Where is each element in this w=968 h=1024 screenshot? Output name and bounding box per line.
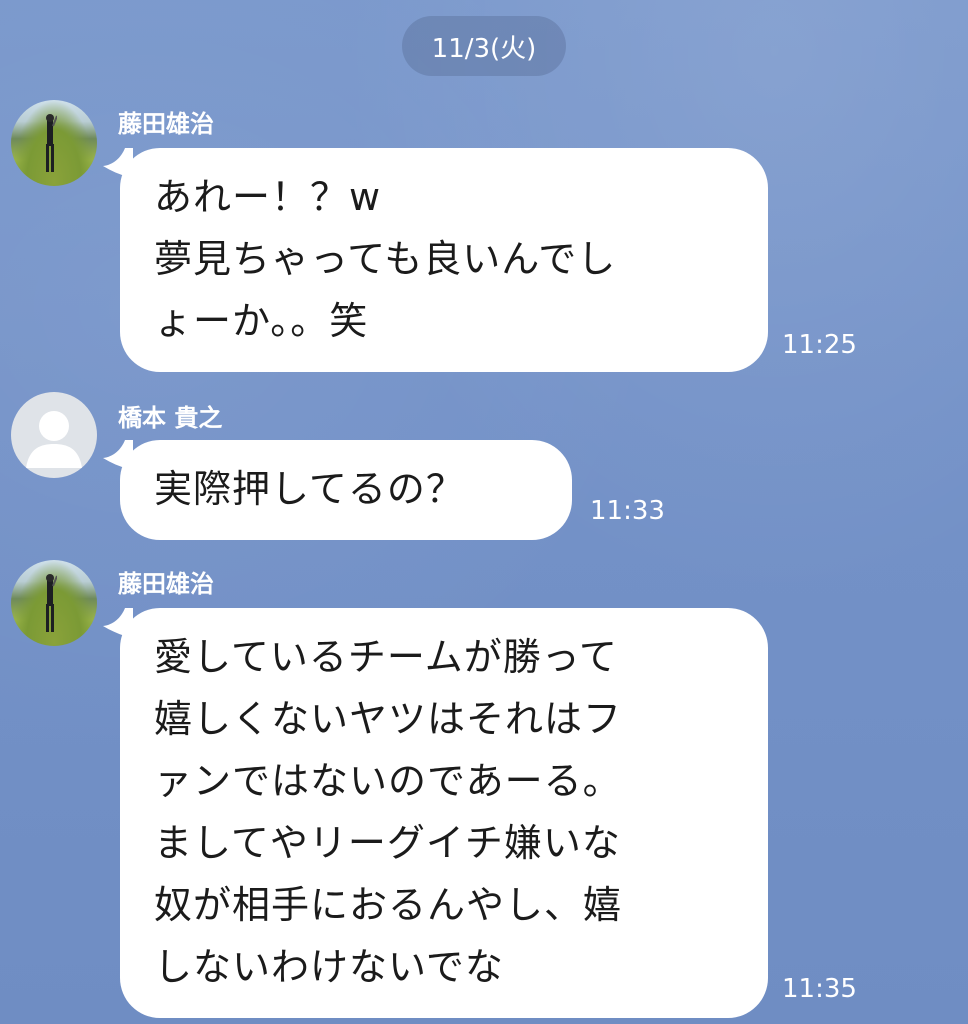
message-time: 11:25 (782, 330, 857, 360)
message-bubble[interactable]: あれー！？w 夢見ちゃっても良いんでし ょーか。。笑 (120, 148, 768, 372)
golfer-figure-icon (46, 574, 57, 632)
avatar[interactable] (11, 392, 97, 478)
sender-name: 橋本 貴之 (118, 404, 223, 432)
golfer-figure-icon (46, 114, 57, 172)
avatar[interactable] (11, 560, 97, 646)
avatar[interactable] (11, 100, 97, 186)
sender-name: 藤田雄治 (118, 110, 214, 138)
message-bubble[interactable]: 愛しているチームが勝って 嬉しくないヤツはそれはフ ァンではないのであーる。 ま… (120, 608, 768, 1018)
sender-name: 藤田雄治 (118, 570, 214, 598)
message-time: 11:35 (782, 974, 857, 1004)
default-user-icon (26, 411, 82, 468)
message-time: 11:33 (590, 496, 665, 526)
date-separator: 11/3(火) (402, 16, 566, 76)
message-bubble[interactable]: 実際押してるの？ (120, 440, 572, 540)
